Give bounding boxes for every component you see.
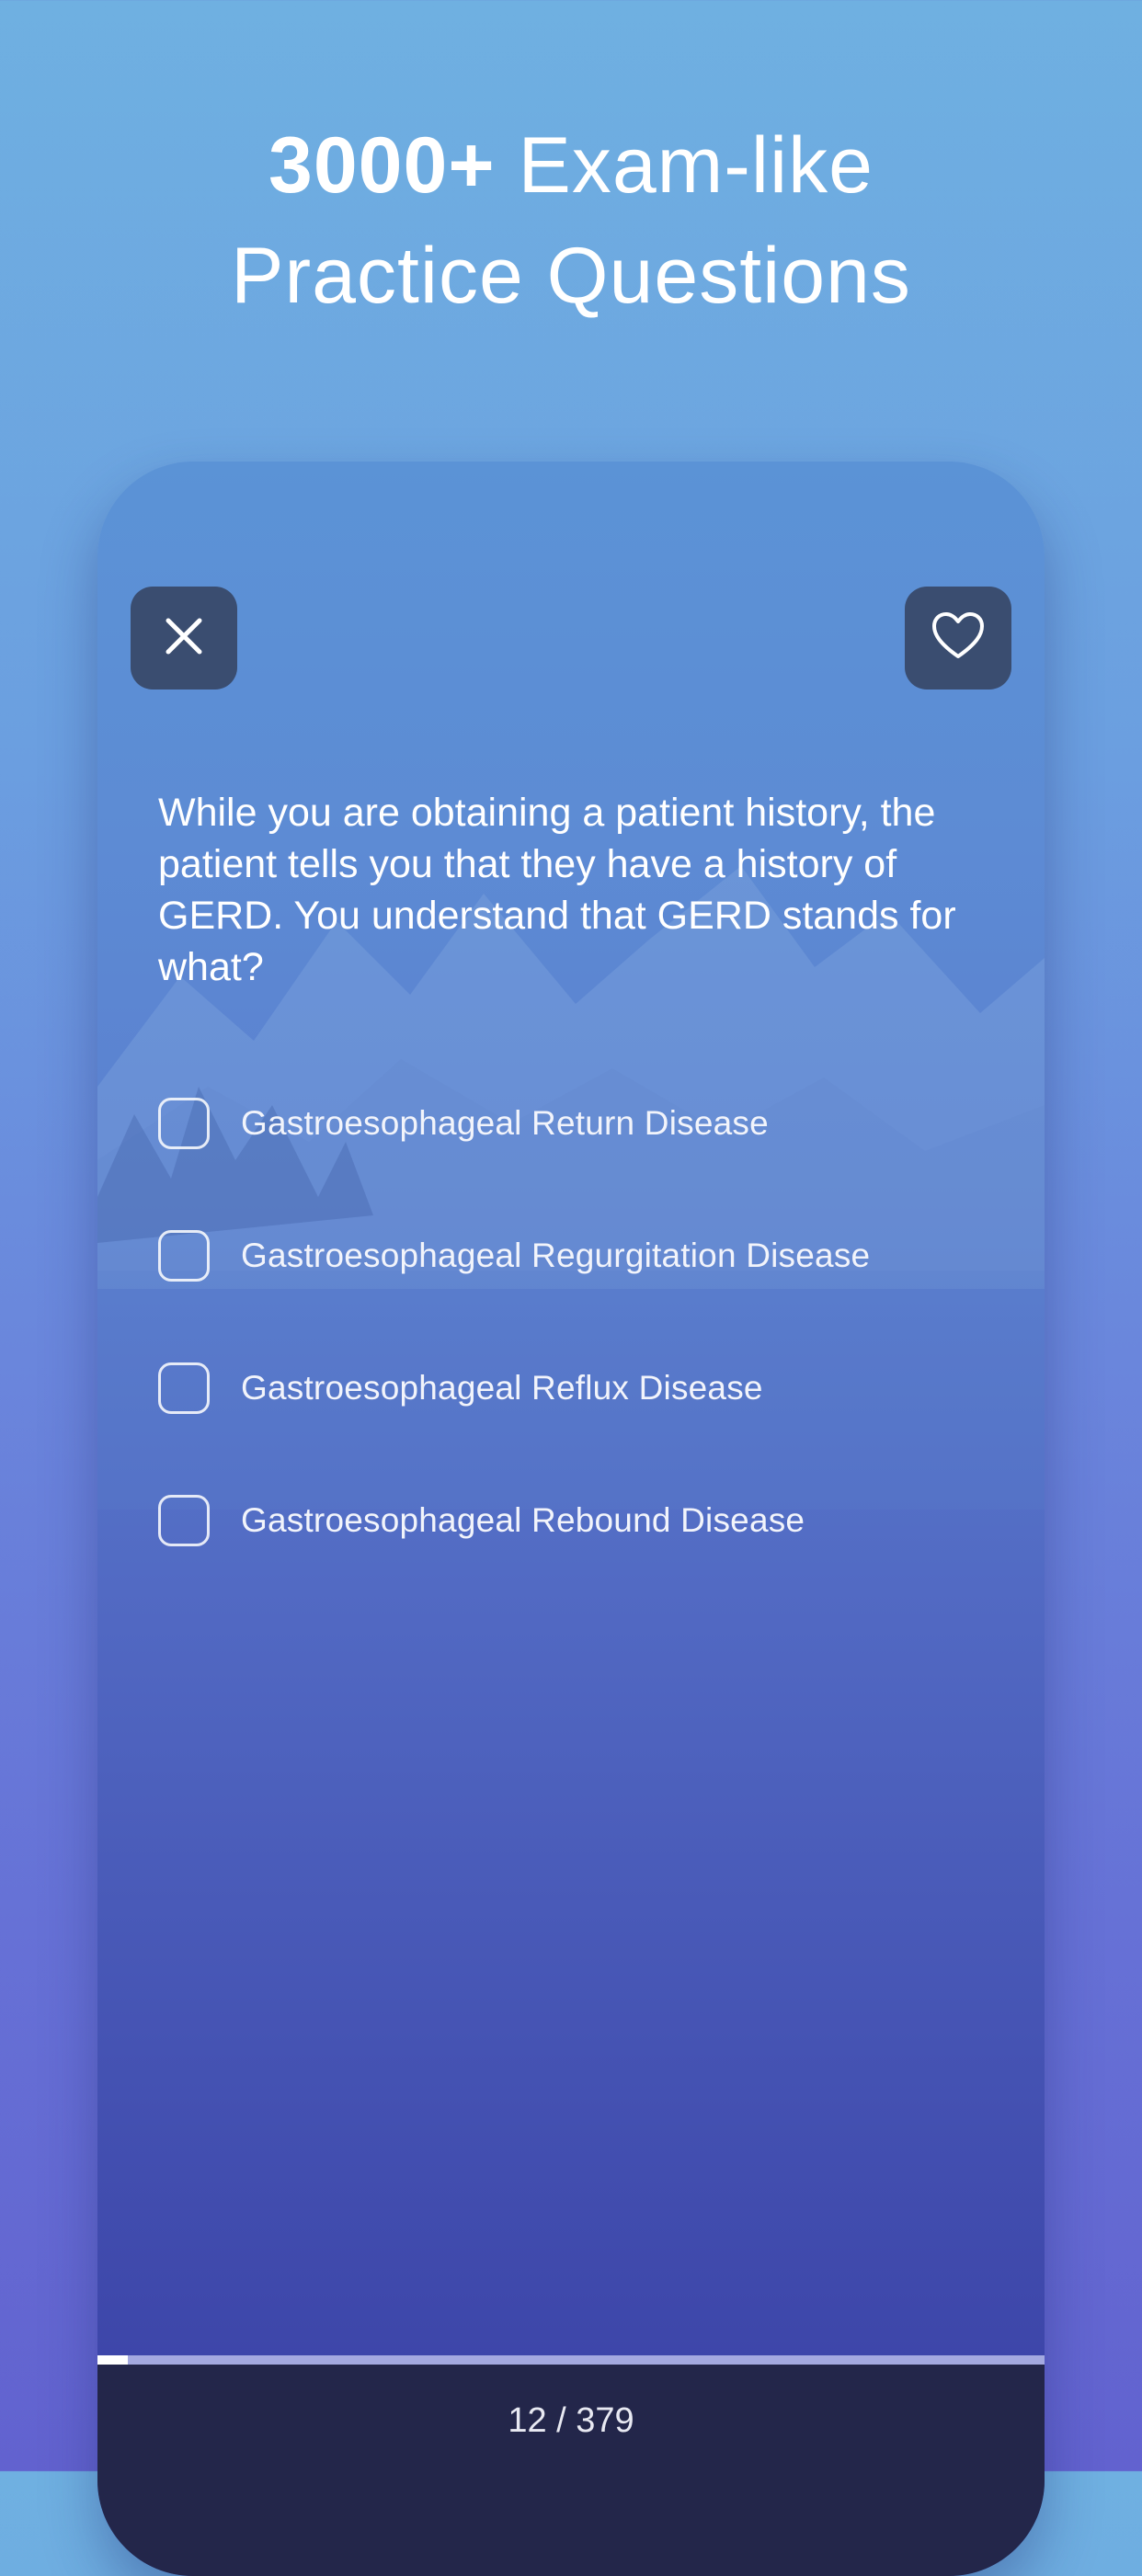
headline-bold-count: 3000+ <box>268 121 496 210</box>
headline-line-1-rest: Exam-like <box>495 121 874 210</box>
question-text: While you are obtaining a patient histor… <box>158 791 956 989</box>
promo-headline: 3000+ Exam-like Practice Questions <box>0 110 1142 331</box>
heart-icon <box>931 610 986 667</box>
close-icon <box>161 613 207 664</box>
progress-bar-fill <box>97 2355 128 2365</box>
checkbox[interactable] <box>158 1362 210 1414</box>
answer-option-3[interactable]: Gastroesophageal Reflux Disease <box>158 1361 1004 1416</box>
favorite-button[interactable] <box>905 587 1011 690</box>
answer-options: Gastroesophageal Return Disease Gastroes… <box>158 1096 1004 1625</box>
answer-option-label: Gastroesophageal Return Disease <box>241 1104 769 1142</box>
checkbox[interactable] <box>158 1495 210 1546</box>
answer-option-1[interactable]: Gastroesophageal Return Disease <box>158 1096 1004 1151</box>
progress-bar <box>97 2355 1045 2365</box>
headline-line-1: 3000+ Exam-like <box>0 110 1142 221</box>
answer-option-4[interactable]: Gastroesophageal Rebound Disease <box>158 1493 1004 1548</box>
checkbox[interactable] <box>158 1230 210 1282</box>
headline-line-2: Practice Questions <box>231 232 911 320</box>
question-counter: 12 / 379 <box>508 2401 634 2440</box>
checkbox[interactable] <box>158 1098 210 1149</box>
footer-bar: 12 / 379 <box>97 2365 1045 2576</box>
close-button[interactable] <box>131 587 237 690</box>
answer-option-label: Gastroesophageal Rebound Disease <box>241 1501 805 1539</box>
answer-option-2[interactable]: Gastroesophageal Regurgitation Disease <box>158 1228 1004 1283</box>
answer-option-label: Gastroesophageal Reflux Disease <box>241 1369 763 1407</box>
phone-screen: While you are obtaining a patient histor… <box>97 462 1045 2576</box>
answer-option-label: Gastroesophageal Regurgitation Disease <box>241 1237 871 1274</box>
